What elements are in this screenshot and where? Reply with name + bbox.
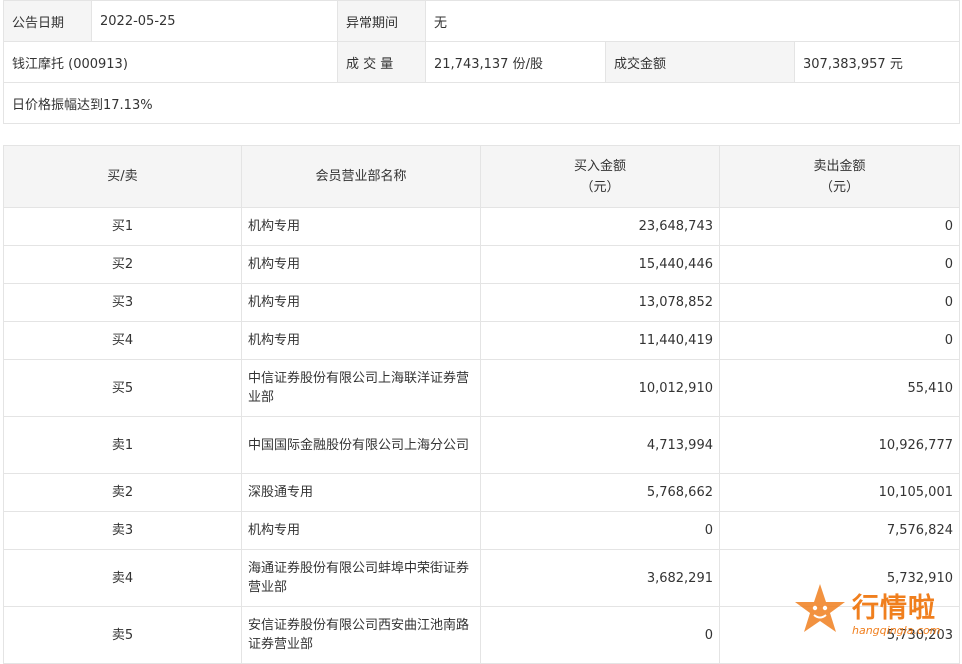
row-sell-amount: 5,732,910: [719, 549, 960, 607]
row-buy-amount: 15,440,446: [480, 245, 720, 284]
table-row: 买4 机构专用 11,440,419 0: [3, 321, 960, 360]
row-side: 买1: [3, 207, 242, 246]
volume-label: 成 交 量: [337, 41, 426, 83]
row-buy-amount: 4,713,994: [480, 416, 720, 474]
row-sell-amount: 7,576,824: [719, 511, 960, 550]
row-buy-amount: 0: [480, 511, 720, 550]
header-dept: 会员营业部名称: [241, 145, 481, 208]
row-sell-amount: 55,410: [719, 359, 960, 417]
header-sell-amount: 卖出金额 （元）: [719, 145, 960, 208]
table-row: 卖3 机构专用 0 7,576,824: [3, 511, 960, 550]
table-header-row: 买/卖 会员营业部名称 买入金额 （元） 卖出金额 （元）: [3, 145, 960, 208]
row-side: 卖4: [3, 549, 242, 607]
row-dept-name: 安信证券股份有限公司西安曲江池南路证券营业部: [241, 606, 481, 664]
table-row: 卖1 中国国际金融股份有限公司上海分公司 4,713,994 10,926,777: [3, 416, 960, 474]
row-dept-name: 机构专用: [241, 511, 481, 550]
row-buy-amount: 0: [480, 606, 720, 664]
row-dept-name: 机构专用: [241, 245, 481, 284]
row-buy-amount: 13,078,852: [480, 283, 720, 322]
header-buy-label: 买入金额 （元）: [573, 158, 626, 195]
row-side: 卖5: [3, 606, 242, 664]
row-side: 卖1: [3, 416, 242, 474]
table-row: 卖2 深股通专用 5,768,662 10,105,001: [3, 473, 960, 512]
announce-date-label: 公告日期: [3, 0, 92, 42]
table-row: 买2 机构专用 15,440,446 0: [3, 245, 960, 284]
row-side: 买2: [3, 245, 242, 284]
header-side: 买/卖: [3, 145, 242, 208]
abnormal-reason: 日价格振幅达到17.13%: [2, 82, 961, 124]
table-row: 买3 机构专用 13,078,852 0: [3, 283, 960, 322]
row-dept-name: 海通证券股份有限公司蚌埠中荣街证券营业部: [241, 549, 481, 607]
row-side: 买3: [3, 283, 242, 322]
abnormal-period-label: 异常期间: [337, 0, 426, 42]
header-buy-amount: 买入金额 （元）: [480, 145, 720, 208]
row-sell-amount: 0: [719, 283, 960, 322]
row-dept-name: 机构专用: [241, 207, 481, 246]
trading-detail-table: 买/卖 会员营业部名称 买入金额 （元） 卖出金额 （元） 买1 机构专用 23,6…: [3, 145, 960, 664]
row-buy-amount: 10,012,910: [480, 359, 720, 417]
row-buy-amount: 11,440,419: [480, 321, 720, 360]
row-buy-amount: 3,682,291: [480, 549, 720, 607]
row-sell-amount: 10,926,777: [719, 416, 960, 474]
row-sell-amount: 0: [719, 245, 960, 284]
row-dept-name: 机构专用: [241, 321, 481, 360]
row-sell-amount: 10,105,001: [719, 473, 960, 512]
table-row: 卖4 海通证券股份有限公司蚌埠中荣街证券营业部 3,682,291 5,732,910: [3, 549, 960, 607]
row-dept-name: 中国国际金融股份有限公司上海分公司: [241, 416, 481, 474]
row-dept-name: 中信证券股份有限公司上海联洋证券营业部: [241, 359, 481, 417]
volume-value: 21,743,137 份/股: [425, 41, 606, 83]
row-buy-amount: 5,768,662: [480, 473, 720, 512]
row-sell-amount: 5,730,203: [719, 606, 960, 664]
table-row: 买5 中信证券股份有限公司上海联洋证券营业部 10,012,910 55,410: [3, 359, 960, 417]
header-sell-label: 卖出金额 （元）: [813, 158, 866, 195]
row-side: 卖2: [3, 473, 242, 512]
amount-value: 307,383,957 元: [793, 41, 961, 83]
announce-date-value: 2022-05-25: [91, 0, 338, 42]
row-side: 买4: [3, 321, 242, 360]
table-row: 卖5 安信证券股份有限公司西安曲江池南路证券营业部 0 5,730,203: [3, 606, 960, 664]
row-sell-amount: 0: [719, 207, 960, 246]
amount-label: 成交金额: [605, 41, 795, 83]
row-side: 买5: [3, 359, 242, 417]
abnormal-period-value: 无: [424, 0, 961, 42]
stock-name: 钱江摩托 (000913): [3, 41, 338, 83]
row-dept-name: 机构专用: [241, 283, 481, 322]
row-side: 卖3: [3, 511, 242, 550]
row-dept-name: 深股通专用: [241, 473, 481, 512]
announcement-info-table: 公告日期 2022-05-25 异常期间 无 钱江摩托 (000913) 成 交…: [2, 0, 961, 124]
row-buy-amount: 23,648,743: [480, 207, 720, 246]
row-sell-amount: 0: [719, 321, 960, 360]
table-row: 买1 机构专用 23,648,743 0: [3, 207, 960, 246]
